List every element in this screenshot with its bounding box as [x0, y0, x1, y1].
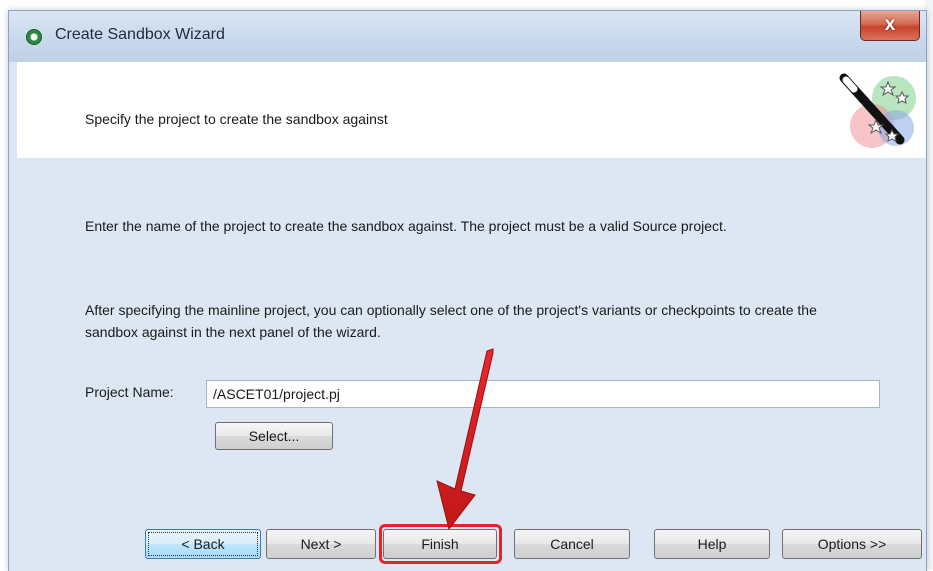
wizard-window: Create Sandbox Wizard X Specify the proj… [8, 10, 927, 571]
select-button[interactable]: Select... [215, 422, 333, 450]
close-button[interactable]: X [860, 11, 920, 41]
instruction-paragraph-2: After specifying the mainline project, y… [85, 302, 817, 340]
magic-wand-icon [839, 73, 916, 148]
title-bar[interactable]: Create Sandbox Wizard X [9, 11, 926, 62]
wizard-header: Specify the project to create the sandbo… [17, 62, 926, 159]
header-text: Specify the project to create the sandbo… [85, 111, 388, 127]
wizard-content: Enter the name of the project to create … [17, 158, 926, 571]
desktop-edge-left [0, 0, 8, 570]
window-title: Create Sandbox Wizard [55, 26, 225, 43]
options-button[interactable]: Options >> [782, 529, 922, 559]
finish-highlight-box [379, 524, 502, 564]
project-name-input[interactable] [206, 380, 880, 408]
cancel-button[interactable]: Cancel [514, 529, 630, 559]
next-button[interactable]: Next > [266, 529, 376, 559]
back-button[interactable]: < Back [145, 529, 261, 559]
instruction-paragraph-1: Enter the name of the project to create … [85, 218, 727, 234]
help-button[interactable]: Help [654, 529, 770, 559]
app-icon [26, 29, 42, 45]
close-icon: X [884, 17, 896, 34]
project-name-label: Project Name: [85, 384, 174, 400]
